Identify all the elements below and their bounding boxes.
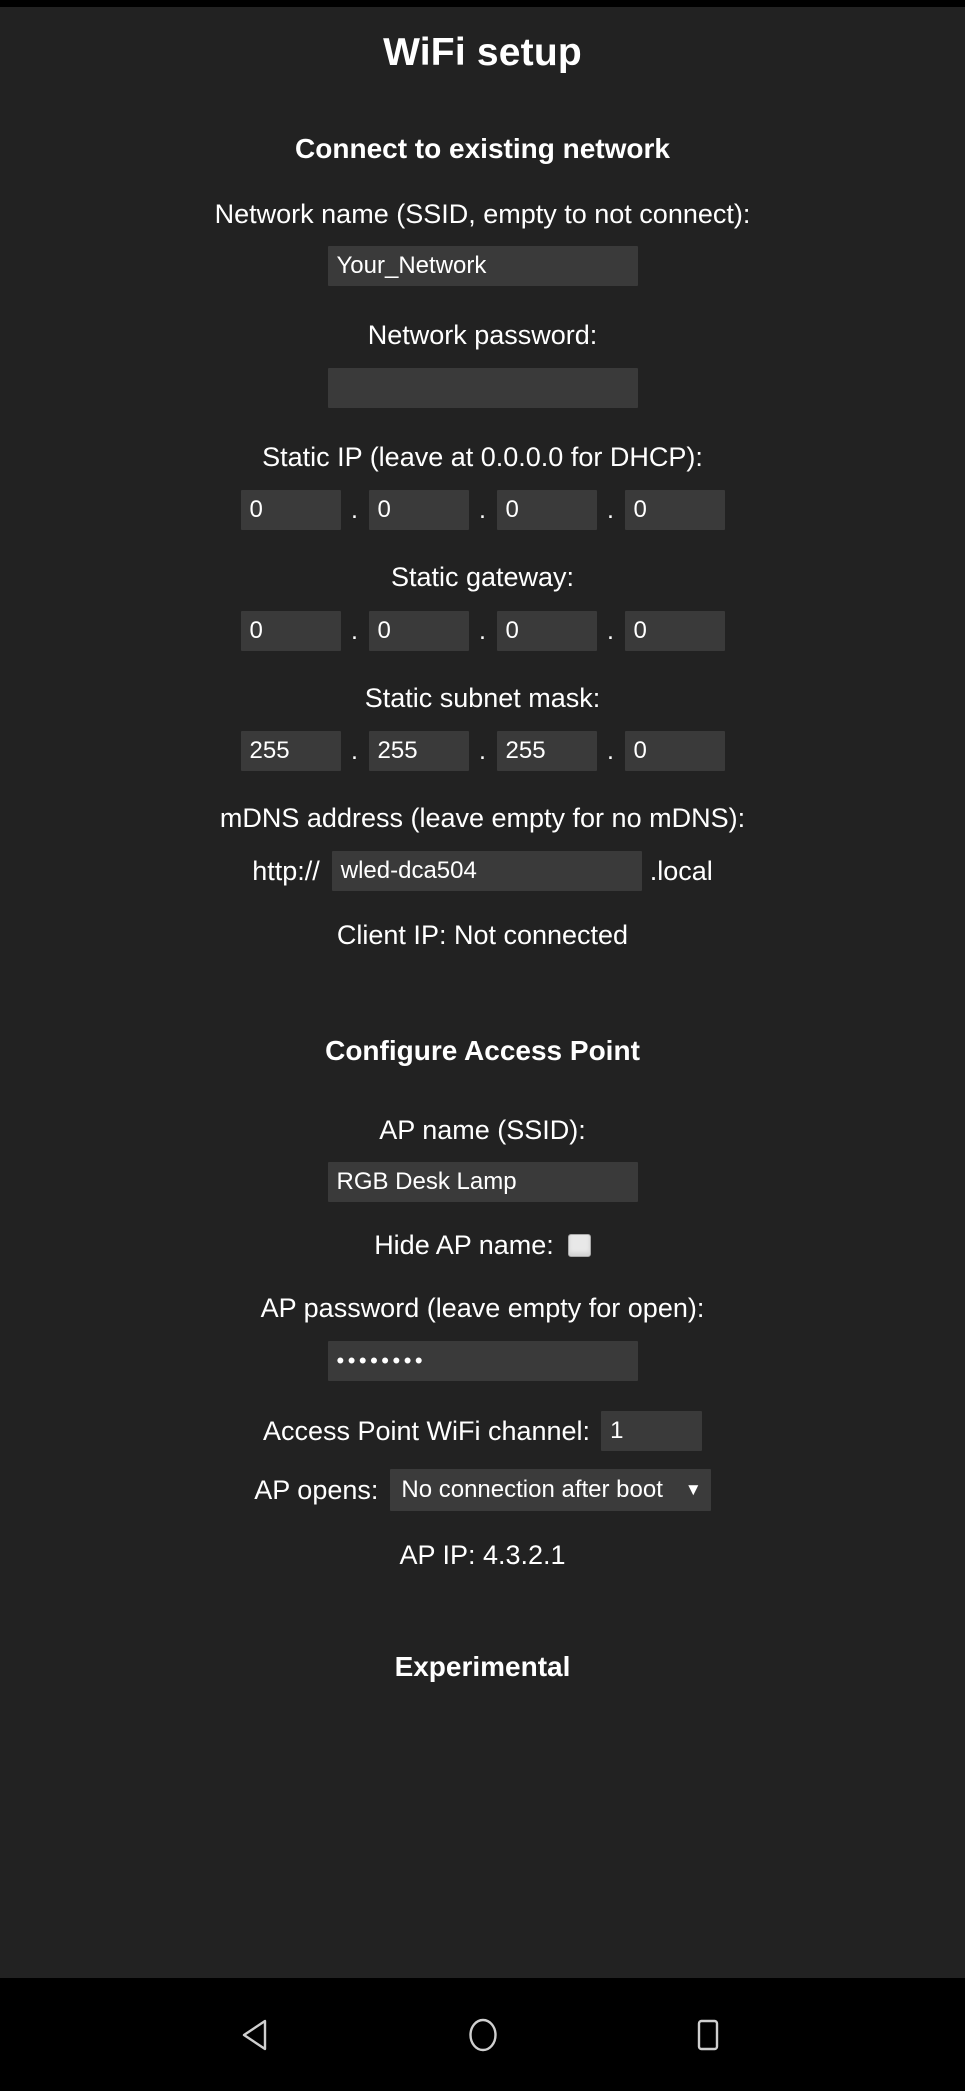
static-subnet-row: 255 . 255 . 255 . 0	[0, 730, 965, 771]
ap-name-input[interactable]: RGB Desk Lamp	[327, 1161, 638, 1202]
client-ip-status: Client IP: Not connected	[336, 920, 629, 951]
chevron-down-icon: ▼	[684, 1480, 702, 1500]
ap-channel-label: Access Point WiFi channel:	[262, 1415, 591, 1446]
static-gateway-row: 0 . 0 . 0 . 0	[0, 610, 965, 651]
wifi-setup-page: WiFi setup Connect to existing network N…	[0, 7, 965, 1978]
static-ip-row: 0 . 0 . 0 . 0	[0, 490, 965, 531]
mdns-input[interactable]: wled-dca504	[331, 851, 642, 892]
ip-separator: .	[479, 736, 486, 765]
subnet-octet-3[interactable]: 255	[496, 730, 597, 771]
home-circle-icon[interactable]	[452, 2004, 514, 2066]
ip-separator: .	[607, 496, 614, 525]
ap-opens-selected-value: No connection after boot	[401, 1475, 663, 1503]
ap-password-input[interactable]: ••••••••	[327, 1340, 638, 1381]
recents-square-icon[interactable]	[677, 2004, 739, 2066]
section-heading-access-point: Configure Access Point	[325, 1035, 640, 1067]
gateway-octet-4[interactable]: 0	[624, 610, 725, 651]
mdns-suffix: .local	[649, 856, 713, 887]
network-password-label: Network password:	[367, 320, 598, 351]
mdns-label: mDNS address (leave empty for no mDNS):	[219, 802, 746, 833]
static-ip-octet-3[interactable]: 0	[496, 490, 597, 531]
section-heading-experimental: Experimental	[394, 1650, 571, 1682]
ssid-label: Network name (SSID, empty to not connect…	[214, 199, 751, 230]
gateway-octet-2[interactable]: 0	[368, 610, 469, 651]
ip-separator: .	[479, 616, 486, 645]
ap-opens-row: AP opens: No connection after boot ▼	[0, 1468, 965, 1511]
subnet-octet-1[interactable]: 255	[240, 730, 341, 771]
static-gateway-label: Static gateway:	[390, 562, 575, 593]
mdns-row: http:// wled-dca504 .local	[0, 851, 965, 892]
network-password-input[interactable]	[327, 367, 638, 408]
static-ip-octet-2[interactable]: 0	[368, 490, 469, 531]
subnet-octet-2[interactable]: 255	[368, 730, 469, 771]
ap-opens-select[interactable]: No connection after boot ▼	[390, 1468, 711, 1511]
android-navigation-bar	[0, 1978, 965, 2091]
ap-channel-input[interactable]: 1	[601, 1410, 703, 1451]
ap-password-label: AP password (leave empty for open):	[260, 1293, 705, 1324]
subnet-octet-4[interactable]: 0	[624, 730, 725, 771]
ap-ip-status: AP IP: 4.3.2.1	[399, 1539, 566, 1570]
ip-separator: .	[607, 736, 614, 765]
ip-separator: .	[351, 616, 358, 645]
static-ip-octet-1[interactable]: 0	[240, 490, 341, 531]
hide-ap-label: Hide AP name:	[374, 1229, 554, 1260]
static-ip-label: Static IP (leave at 0.0.0.0 for DHCP):	[262, 441, 703, 472]
section-heading-connect: Connect to existing network	[295, 132, 670, 164]
ssid-input[interactable]: Your_Network	[327, 246, 638, 287]
status-bar	[0, 0, 965, 7]
ip-separator: .	[607, 616, 614, 645]
ip-separator: .	[479, 496, 486, 525]
back-triangle-icon[interactable]	[227, 2004, 289, 2066]
gateway-octet-1[interactable]: 0	[240, 610, 341, 651]
phone-screen: WiFi setup Connect to existing network N…	[0, 0, 965, 2091]
static-subnet-label: Static subnet mask:	[364, 682, 601, 713]
static-ip-octet-4[interactable]: 0	[624, 490, 725, 531]
ap-channel-row: Access Point WiFi channel: 1	[0, 1410, 965, 1451]
hide-ap-checkbox[interactable]	[567, 1233, 591, 1257]
ap-opens-label: AP opens:	[254, 1474, 379, 1505]
page-title: WiFi setup	[383, 31, 582, 74]
mdns-prefix: http://	[252, 856, 320, 887]
ap-name-label: AP name (SSID):	[379, 1114, 586, 1145]
gateway-octet-3[interactable]: 0	[496, 610, 597, 651]
ip-separator: .	[351, 496, 358, 525]
hide-ap-row: Hide AP name:	[0, 1229, 965, 1261]
ip-separator: .	[351, 736, 358, 765]
